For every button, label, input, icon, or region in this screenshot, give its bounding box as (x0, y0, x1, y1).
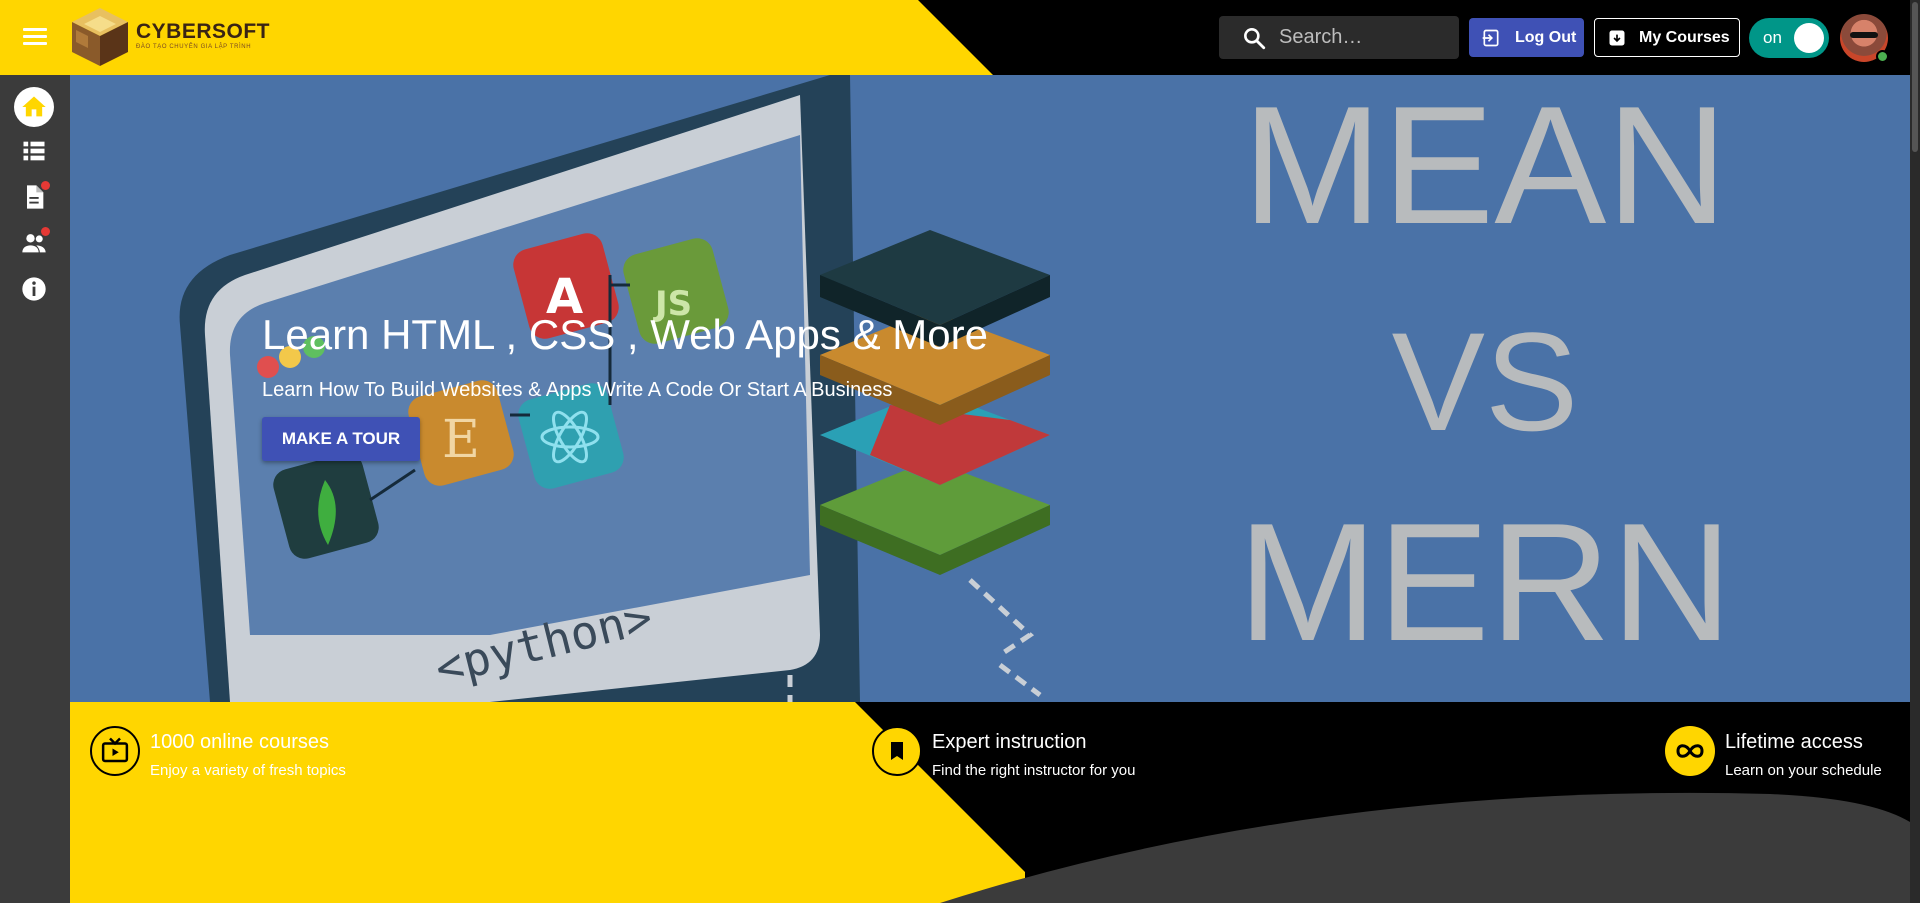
menu-icon[interactable] (20, 24, 50, 52)
page: CYBERSOFT ĐÀO TẠO CHUYÊN GIA LẬP TRÌNH L… (0, 0, 1920, 903)
hero-image-text-mid: VS (1392, 303, 1579, 460)
svg-text:E: E (442, 410, 480, 470)
my-courses-button[interactable]: My Courses (1594, 18, 1740, 57)
features-strip: 1000 online courses Enjoy a variety of f… (70, 702, 1910, 903)
feature-lifetime-access: Lifetime access Learn on your schedule (1665, 726, 1882, 779)
search-input[interactable] (1279, 26, 1449, 49)
scroll-thumb[interactable] (1912, 2, 1918, 152)
feature-desc: Enjoy a variety of fresh topics (150, 762, 346, 779)
logo-name: CYBERSOFT (136, 20, 271, 43)
theme-toggle[interactable]: on (1749, 18, 1829, 58)
logo-cube-icon (72, 8, 128, 66)
app-header: CYBERSOFT ĐÀO TẠO CHUYÊN GIA LẬP TRÌNH L… (0, 0, 1920, 75)
feature-online-courses: 1000 online courses Enjoy a variety of f… (90, 726, 346, 779)
bookmark-icon (872, 726, 922, 776)
make-a-tour-button[interactable]: MAKE A TOUR (262, 417, 420, 461)
hero-banner: <python> E A JS MEAN VS MERN Learn HTML … (70, 75, 1910, 702)
hero-image-text-bottom: MERN (1238, 488, 1733, 676)
toggle-knob (1794, 23, 1824, 53)
list-icon (23, 141, 45, 161)
logout-label: Log Out (1515, 28, 1577, 46)
feature-expert-instruction: Expert instruction Find the right instru… (872, 726, 1135, 779)
hero-image-text-top: MEAN (1242, 75, 1727, 259)
sidebar-item-home[interactable] (14, 87, 54, 127)
notification-badge (41, 227, 50, 236)
page-scrollbar[interactable] (1910, 0, 1920, 903)
feature-title: Lifetime access (1725, 731, 1863, 753)
sidebar-item-info[interactable] (14, 269, 54, 309)
avatar-glasses (1850, 32, 1878, 38)
logout-icon (1482, 29, 1499, 46)
logo-tagline: ĐÀO TẠO CHUYÊN GIA LẬP TRÌNH (136, 44, 252, 50)
feature-desc: Find the right instructor for you (932, 762, 1136, 779)
logout-button[interactable]: Log Out (1469, 18, 1584, 57)
my-courses-label: My Courses (1639, 28, 1730, 46)
tv-play-icon (90, 726, 140, 776)
sidebar-item-list[interactable] (14, 131, 54, 171)
infinity-icon (1665, 726, 1715, 776)
search-box[interactable] (1219, 16, 1459, 59)
sidebar-item-documents[interactable] (14, 177, 54, 217)
sidebar (0, 75, 70, 903)
hero-title: Learn HTML , CSS , Web Apps & More (262, 311, 988, 358)
feature-desc: Learn on your schedule (1725, 762, 1882, 779)
search-icon (1244, 27, 1266, 49)
toggle-label: on (1763, 28, 1782, 47)
sidebar-item-people[interactable] (14, 223, 54, 263)
archive-icon (1609, 30, 1625, 45)
hero-subtitle: Learn How To Build Websites & Apps Write… (262, 379, 893, 401)
notification-badge (41, 181, 50, 190)
home-icon (22, 96, 46, 117)
logo[interactable]: CYBERSOFT ĐÀO TẠO CHUYÊN GIA LẬP TRÌNH (68, 2, 270, 70)
feature-title: 1000 online courses (150, 731, 330, 753)
feature-title: Expert instruction (932, 731, 1087, 753)
info-icon (22, 277, 46, 301)
online-status-dot (1876, 50, 1889, 63)
